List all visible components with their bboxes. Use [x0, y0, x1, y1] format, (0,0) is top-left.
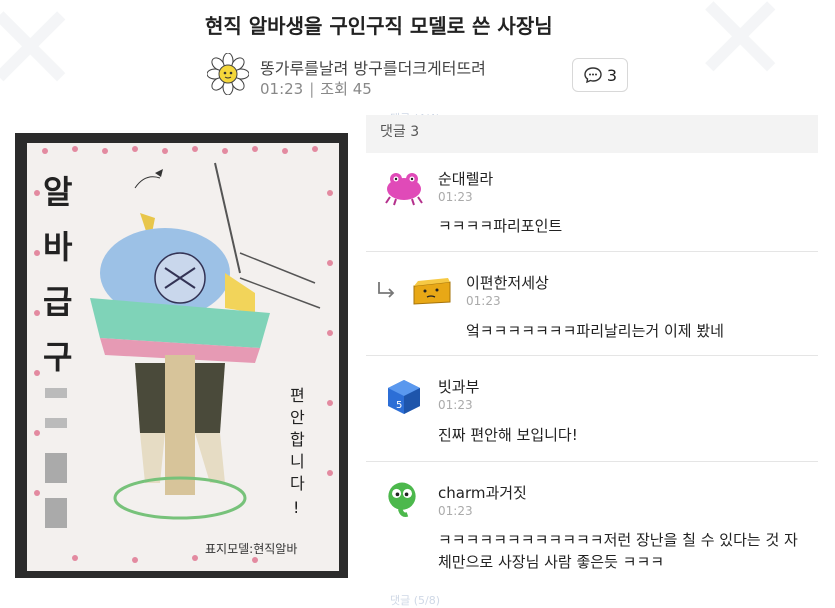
post-title: 현직 알바생을 구인구직 모델로 쓴 사장님 [205, 14, 553, 38]
comments-panel: 댓글 (4/4) 댓글 3 순대렐라 01:23 ㅋㅋㅋㅋ파리포인트 [366, 110, 818, 607]
comment-time: 01:23 [438, 398, 473, 412]
post-author[interactable]: 똥가루를날려 방구를더크게터뜨려 [260, 55, 486, 79]
comment-item: 순대렐라 01:23 ㅋㅋㅋㅋ파리포인트 [366, 153, 818, 252]
comment-item: charm과거짓 01:23 ㅋㅋㅋㅋㅋㅋㅋㅋㅋㅋㅋㅋ저런 장난을 칠 수 있다… [366, 462, 818, 590]
comment-author[interactable]: 이편한저세상 [466, 272, 549, 293]
poster-title-char: 급 [43, 283, 72, 321]
poster-side-char: ! [293, 498, 299, 517]
views-count: 45 [352, 80, 372, 98]
comment-text: 진짜 편안해 보입니다! [438, 426, 578, 444]
comment-time: 01:23 [466, 294, 501, 308]
comment-author[interactable]: 순대렐라 [438, 168, 493, 189]
reply-arrow-icon [378, 282, 395, 298]
comments-header: 댓글 3 [366, 115, 818, 153]
comment-count-button[interactable]: 3 [572, 58, 628, 92]
comment-reply-item: 이편한저세상 01:23 엌ㅋㅋㅋㅋㅋㅋㅋ파리날리는거 이제 봤네 [366, 252, 818, 356]
poster-side-char: 니 [290, 452, 305, 471]
poster-side-char: 다 [290, 474, 305, 493]
poster-title-char: 알 [43, 173, 72, 211]
cheese-avatar-icon[interactable] [410, 272, 454, 312]
post-header: 현직 알바생을 구인구직 모델로 쓴 사장님 똥가루를날려 방구를더크게터뜨려 … [190, 0, 640, 105]
svg-text:5: 5 [396, 400, 402, 411]
poster-title-char: 바 [43, 228, 73, 266]
poster-side-char: 편 [290, 386, 305, 405]
comments-page-indicator-bottom: 댓글 (5/8) [390, 594, 441, 607]
dice-avatar-icon[interactable]: 5 [382, 376, 426, 416]
poster-footer: 표지모델:현직알바 [205, 542, 297, 556]
poster-side-char: 안 [290, 408, 305, 427]
comment-time: 01:23 [438, 190, 473, 204]
background-watermark: ✕ [0, 0, 81, 119]
meta-divider: | [309, 80, 315, 98]
comment-author[interactable]: charm과거짓 [438, 482, 527, 503]
poster-title-char: 구 [43, 338, 72, 376]
comment-count: 3 [606, 65, 618, 85]
comment-text: ㅋㅋㅋㅋ파리포인트 [438, 217, 563, 235]
background-watermark: ✕ [690, 0, 791, 109]
comment-text: 엌ㅋㅋㅋㅋㅋㅋㅋ파리날리는거 이제 봤네 [466, 322, 724, 340]
snake-avatar-icon[interactable] [380, 478, 424, 518]
author-avatar[interactable] [207, 53, 249, 95]
poster-drawing: 알 바 급 구 편 안 합 니 다 ! 표지모델:현직알바 [15, 133, 348, 578]
frog-avatar-icon[interactable] [382, 167, 426, 207]
comment-time: 01:23 [438, 504, 473, 518]
post-time: 01:23 [260, 80, 304, 98]
comment-item: 5 빗과부 01:23 진짜 편안해 보입니다! [366, 356, 818, 462]
post-image: 알 바 급 구 편 안 합 니 다 ! 표지모델:현직알바 [15, 133, 348, 578]
views-label: 조회 [320, 80, 348, 98]
speech-bubble-icon [584, 67, 602, 84]
comment-text: ㅋㅋㅋㅋㅋㅋㅋㅋㅋㅋㅋㅋ저런 장난을 칠 수 있다는 것 자체만으로 사장님 사… [438, 531, 798, 571]
post-meta: 01:23 | 조회 45 [260, 78, 372, 99]
poster-side-char: 합 [290, 430, 305, 449]
comment-author[interactable]: 빗과부 [438, 376, 479, 397]
